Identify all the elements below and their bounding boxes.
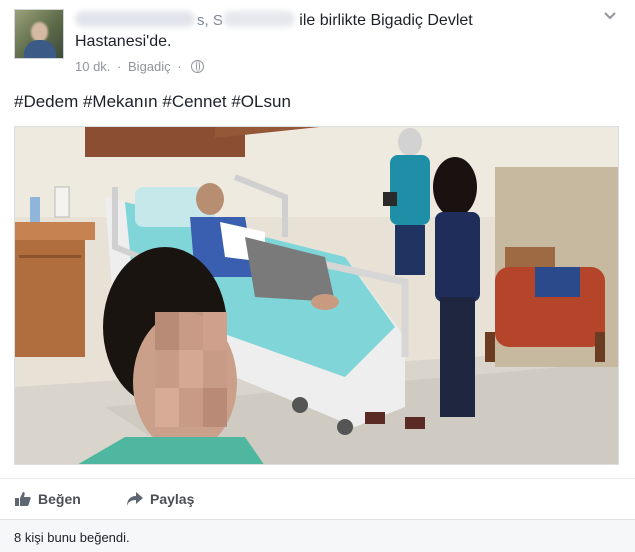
post-meta: 10 dk. · Bigadiç · (75, 58, 205, 76)
like-button[interactable]: Beğen (14, 491, 81, 507)
place-name-line1[interactable]: Bigadiç Devlet (370, 12, 472, 29)
chevron-down-icon[interactable] (603, 9, 617, 23)
hospital-room-photo (15, 127, 618, 464)
post-photo[interactable] (14, 126, 619, 465)
likes-summary[interactable]: 8 kişi bunu beğendi. (14, 530, 130, 545)
meta-separator-2: · (177, 59, 182, 74)
nurse-head (398, 128, 422, 156)
share-button[interactable]: Paylaş (126, 491, 194, 507)
post-text: #Dedem #Mekanın #Cennet #OLsun (14, 92, 291, 111)
blurred-author-name[interactable] (75, 11, 195, 27)
like-label: Beğen (38, 491, 81, 507)
avatar[interactable] (14, 9, 64, 59)
share-arrow-icon (127, 492, 143, 506)
woman-hair (433, 157, 477, 217)
woman-pants (440, 297, 475, 417)
thumbs-up-icon (15, 492, 31, 506)
share-label: Paylaş (150, 491, 195, 507)
phone (383, 192, 397, 206)
facebook-post: s, S ile birlikte Bigadiç Devlet Hastane… (0, 0, 635, 552)
post-actions: Beğen Paylaş (0, 478, 635, 519)
nurse-uniform (390, 155, 430, 225)
avatar-body (24, 40, 56, 58)
patient-head (196, 183, 224, 215)
post-location[interactable]: Bigadiç (128, 59, 171, 74)
likes-summary-bar: 8 kişi bunu beğendi. (0, 519, 635, 552)
place-name-line2[interactable]: Hastanesi'de. (75, 33, 171, 50)
post-timestamp[interactable]: 10 dk. (75, 59, 110, 74)
meta-separator: · (117, 59, 122, 74)
blue-cloth (535, 267, 580, 297)
water-bottle (30, 197, 40, 222)
globe-icon[interactable] (191, 60, 205, 73)
author-name-fragment: s, S (197, 12, 223, 29)
blurred-tagged-name[interactable] (222, 11, 295, 27)
with-text: ile birlikte (299, 12, 366, 29)
woman-top (435, 212, 480, 302)
avatar-face (31, 22, 48, 42)
bed-wheel (292, 397, 308, 413)
post-header: s, S ile birlikte Bigadiç Devlet Hastane… (75, 10, 595, 52)
